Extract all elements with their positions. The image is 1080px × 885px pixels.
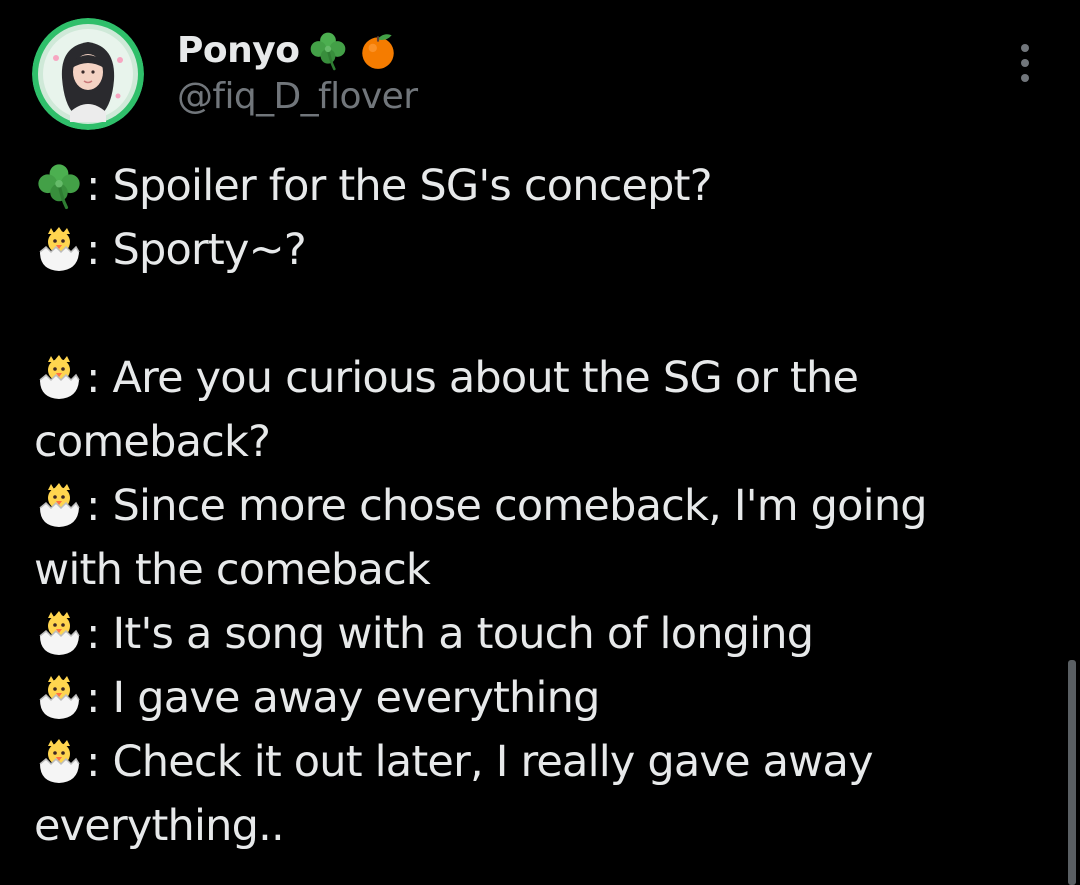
more-dot-icon — [1021, 59, 1029, 67]
scrollbar[interactable] — [1068, 660, 1076, 885]
tweet-line: : Spoiler for the SG's concept? — [34, 154, 1014, 218]
avatar[interactable] — [32, 18, 144, 130]
hatching-chick-icon — [34, 608, 84, 658]
tweet[interactable]: Ponyo @fiq_D_flover : Spoiler for the SG… — [0, 0, 1080, 885]
more-dot-icon — [1021, 44, 1029, 52]
author-name-row[interactable]: Ponyo — [177, 26, 399, 74]
four-leaf-clover-icon — [34, 160, 84, 210]
hatching-chick-icon — [34, 736, 84, 786]
tweet-text: : Spoiler for the SG's concept? : Sporty… — [34, 154, 1014, 858]
author-display-name[interactable]: Ponyo — [177, 30, 300, 71]
more-dot-icon — [1021, 74, 1029, 82]
four-leaf-clover-icon — [307, 29, 349, 71]
tweet-line: everything.. — [34, 801, 285, 851]
tweet-line: : Check it out later, I really gave away — [34, 730, 1014, 794]
more-options-button[interactable] — [1003, 38, 1047, 88]
hatching-chick-icon — [34, 352, 84, 402]
hatching-chick-icon — [34, 672, 84, 722]
tweet-line: : Are you curious about the SG or the — [34, 346, 1014, 410]
hatching-chick-icon — [34, 224, 84, 274]
tweet-line: : Since more chose comeback, I'm going — [34, 474, 1014, 538]
tweet-line: : It's a song with a touch of longing — [34, 602, 1014, 666]
tweet-line: comeback? — [34, 417, 271, 467]
tweet-line: : I gave away everything — [34, 666, 1014, 730]
tangerine-icon — [357, 29, 399, 71]
tweet-line: with the comeback — [34, 545, 431, 595]
hatching-chick-icon — [34, 480, 84, 530]
tweet-line: : Sporty~? — [34, 218, 1014, 282]
author-handle[interactable]: @fiq_D_flover — [177, 76, 418, 117]
